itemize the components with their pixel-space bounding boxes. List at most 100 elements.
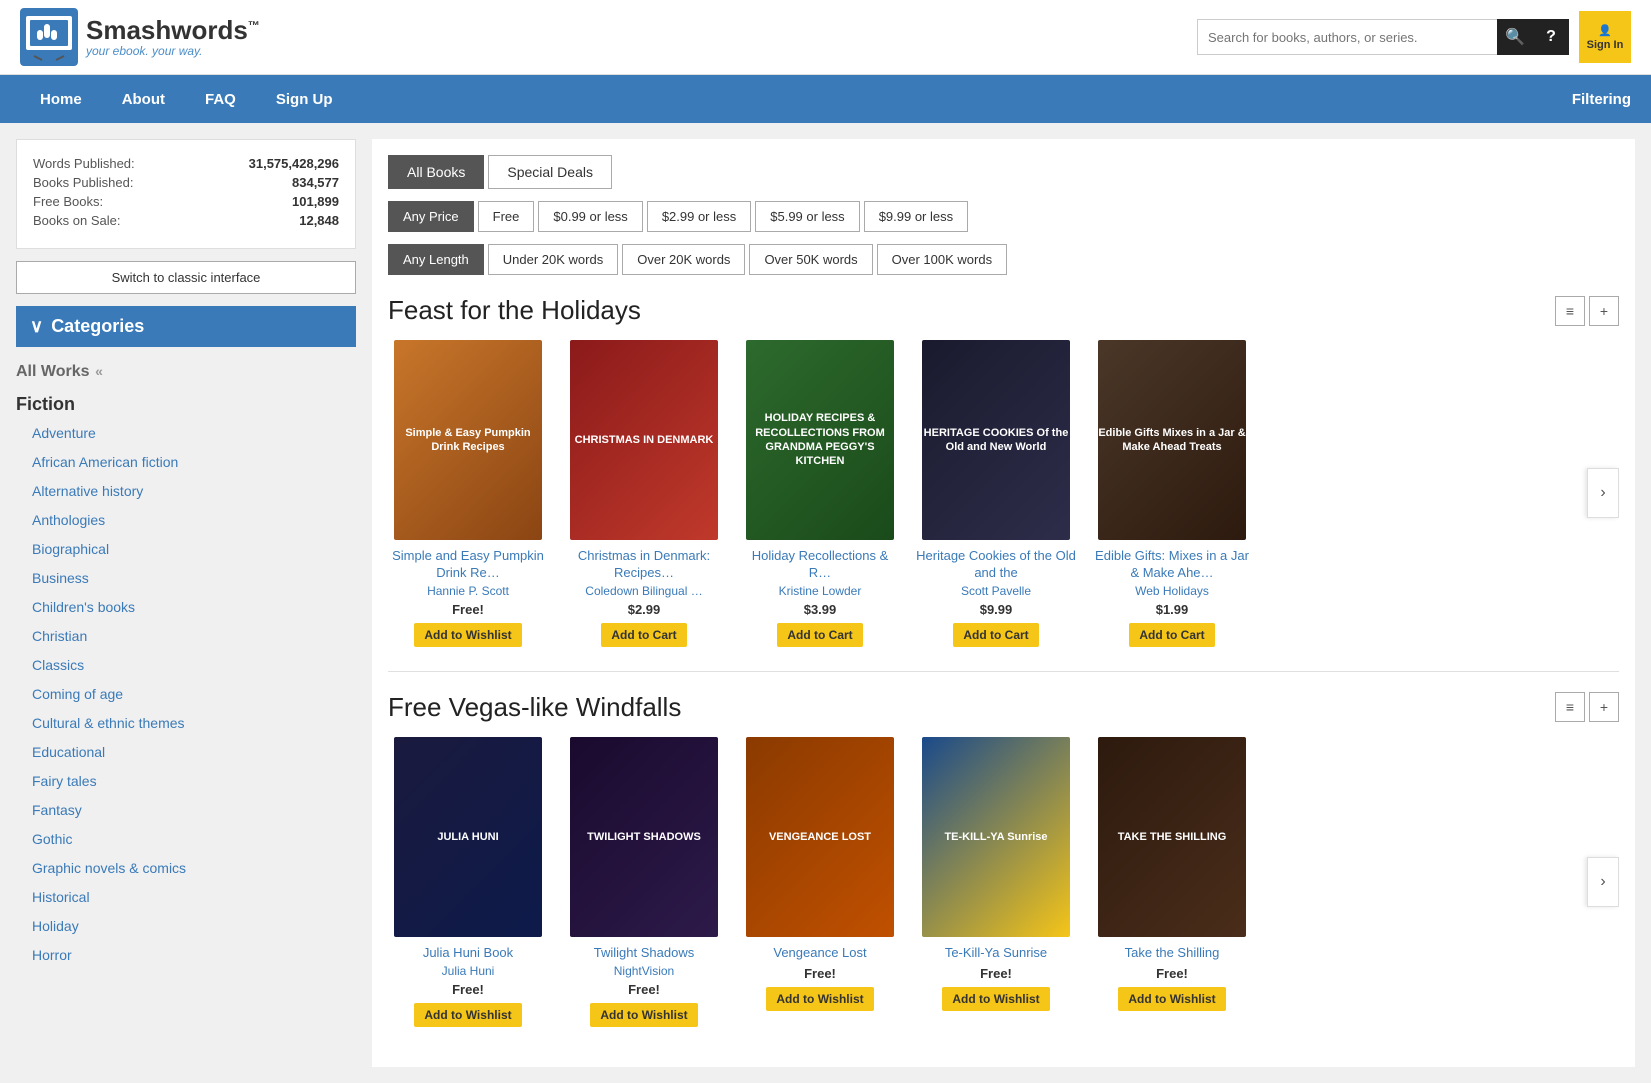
book-add-btn-3[interactable]: Add to Wishlist <box>942 987 1049 1011</box>
book-author-1[interactable]: NightVision <box>564 964 724 978</box>
help-button[interactable]: ? <box>1533 19 1569 55</box>
length-filter-over20k[interactable]: Over 20K words <box>622 244 745 275</box>
book-cover-2[interactable]: VENGEANCE LOST <box>746 737 894 937</box>
sidebar-item-alternative-history[interactable]: Alternative history <box>16 477 356 506</box>
section2-list-view[interactable]: ≡ <box>1555 692 1585 722</box>
price-filter-free[interactable]: Free <box>478 201 535 232</box>
sidebar-item-fairy-tales[interactable]: Fairy tales <box>16 767 356 796</box>
categories-header[interactable]: ∨ Categories <box>16 306 356 347</box>
book-title-4[interactable]: Edible Gifts: Mixes in a Jar & Make Ahe… <box>1092 548 1252 582</box>
plus-icon-2: + <box>1600 699 1608 715</box>
next-arrow-section1-books[interactable]: › <box>1587 468 1619 518</box>
price-filter-any[interactable]: Any Price <box>388 201 474 232</box>
sidebar-item-horror[interactable]: Horror <box>16 941 356 970</box>
book-add-btn-2[interactable]: Add to Wishlist <box>766 987 873 1011</box>
logo-icon <box>20 8 78 66</box>
book-title-1[interactable]: Christmas in Denmark: Recipes… <box>564 548 724 582</box>
book-price-2: Free! <box>740 966 900 981</box>
section2-add-btn[interactable]: + <box>1589 692 1619 722</box>
book-author-3[interactable]: Scott Pavelle <box>916 584 1076 598</box>
book-cover-3[interactable]: HERITAGE COOKIES Of the Old and New Worl… <box>922 340 1070 540</box>
book-author-0[interactable]: Julia Huni <box>388 964 548 978</box>
book-title-0[interactable]: Julia Huni Book <box>388 945 548 962</box>
logo-brand-name[interactable]: Smashwords™ <box>86 16 260 45</box>
book-title-2[interactable]: Holiday Recollections & R… <box>740 548 900 582</box>
sidebar-item-childrens-books[interactable]: Children's books <box>16 593 356 622</box>
search-icon: 🔍 <box>1505 27 1525 47</box>
book-card-2: HOLIDAY RECIPES & RECOLLECTIONS FROM GRA… <box>740 340 900 647</box>
sidebar-item-biographical[interactable]: Biographical <box>16 535 356 564</box>
sidebar-item-business[interactable]: Business <box>16 564 356 593</box>
all-works-link[interactable]: All Works « <box>16 353 356 388</box>
book-add-btn-0[interactable]: Add to Wishlist <box>414 1003 521 1027</box>
sidebar-item-graphic-novels[interactable]: Graphic novels & comics <box>16 854 356 883</box>
book-add-btn-1[interactable]: Add to Cart <box>601 623 686 647</box>
book-title-2[interactable]: Vengeance Lost <box>740 945 900 962</box>
book-title-4[interactable]: Take the Shilling <box>1092 945 1252 962</box>
book-add-btn-3[interactable]: Add to Cart <box>953 623 1038 647</box>
next-arrow-section2-books[interactable]: › <box>1587 857 1619 907</box>
book-add-btn-1[interactable]: Add to Wishlist <box>590 1003 697 1027</box>
nav-signup[interactable]: Sign Up <box>256 75 353 123</box>
book-price-0: Free! <box>388 982 548 997</box>
book-cover-0[interactable]: JULIA HUNI <box>394 737 542 937</box>
book-cover-3[interactable]: TE-KILL-YA Sunrise <box>922 737 1070 937</box>
sidebar-item-coming-of-age[interactable]: Coming of age <box>16 680 356 709</box>
search-button[interactable]: 🔍 <box>1497 19 1533 55</box>
sidebar-item-anthologies[interactable]: Anthologies <box>16 506 356 535</box>
tab-all-books[interactable]: All Books <box>388 155 484 189</box>
book-cover-1[interactable]: CHRISTMAS IN DENMARK <box>570 340 718 540</box>
length-filter-under20k[interactable]: Under 20K words <box>488 244 618 275</box>
section1-list-view[interactable]: ≡ <box>1555 296 1585 326</box>
price-filter-099[interactable]: $0.99 or less <box>538 201 642 232</box>
book-add-btn-4[interactable]: Add to Wishlist <box>1118 987 1225 1011</box>
tab-special-deals[interactable]: Special Deals <box>488 155 612 189</box>
nav-faq[interactable]: FAQ <box>185 75 256 123</box>
nav-home[interactable]: Home <box>20 75 102 123</box>
sidebar-item-cultural-ethnic[interactable]: Cultural & ethnic themes <box>16 709 356 738</box>
sidebar-item-gothic[interactable]: Gothic <box>16 825 356 854</box>
price-filter-299[interactable]: $2.99 or less <box>647 201 751 232</box>
book-author-4[interactable]: Web Holidays <box>1092 584 1252 598</box>
classic-interface-button[interactable]: Switch to classic interface <box>16 261 356 294</box>
book-title-0[interactable]: Simple and Easy Pumpkin Drink Re… <box>388 548 548 582</box>
sidebar-item-african-american-fiction[interactable]: African American fiction <box>16 448 356 477</box>
sidebar-item-classics[interactable]: Classics <box>16 651 356 680</box>
sidebar-item-fantasy[interactable]: Fantasy <box>16 796 356 825</box>
nav-about[interactable]: About <box>102 75 185 123</box>
length-filter-over100k[interactable]: Over 100K words <box>877 244 1007 275</box>
sidebar-item-christian[interactable]: Christian <box>16 622 356 651</box>
book-title-3[interactable]: Heritage Cookies of the Old and the <box>916 548 1076 582</box>
nav-filtering[interactable]: Filtering <box>1572 91 1631 108</box>
price-filter-599[interactable]: $5.99 or less <box>755 201 859 232</box>
search-input[interactable] <box>1197 19 1497 55</box>
stat-free-books: Free Books: 101,899 <box>33 194 339 209</box>
book-author-1[interactable]: Coledown Bilingual … <box>564 584 724 598</box>
book-author-2[interactable]: Kristine Lowder <box>740 584 900 598</box>
sidebar-item-educational[interactable]: Educational <box>16 738 356 767</box>
price-filter-999[interactable]: $9.99 or less <box>864 201 968 232</box>
book-add-btn-4[interactable]: Add to Cart <box>1129 623 1214 647</box>
book-cover-4[interactable]: TAKE THE SHILLING <box>1098 737 1246 937</box>
header: Smashwords™ your ebook. your way. 🔍 ? 👤 … <box>0 0 1651 75</box>
section2-books-row: JULIA HUNI Julia Huni Book Julia Huni Free!… <box>388 737 1619 1027</box>
sign-in-button[interactable]: 👤 Sign In <box>1579 11 1631 63</box>
book-cover-1[interactable]: TWILIGHT SHADOWS <box>570 737 718 937</box>
length-filter-any[interactable]: Any Length <box>388 244 484 275</box>
book-title-3[interactable]: Te-Kill-Ya Sunrise <box>916 945 1076 962</box>
book-title-1[interactable]: Twilight Shadows <box>564 945 724 962</box>
book-cover-2[interactable]: HOLIDAY RECIPES & RECOLLECTIONS FROM GRA… <box>746 340 894 540</box>
book-cover-0[interactable]: Simple & Easy Pumpkin Drink Recipes <box>394 340 542 540</box>
sidebar-item-historical[interactable]: Historical <box>16 883 356 912</box>
length-filter-over50k[interactable]: Over 50K words <box>749 244 872 275</box>
sidebar-item-adventure[interactable]: Adventure <box>16 419 356 448</box>
sidebar-item-holiday[interactable]: Holiday <box>16 912 356 941</box>
section1-add-btn[interactable]: + <box>1589 296 1619 326</box>
book-price-3: $9.99 <box>916 602 1076 617</box>
book-add-btn-0[interactable]: Add to Wishlist <box>414 623 521 647</box>
book-author-0[interactable]: Hannie P. Scott <box>388 584 548 598</box>
book-price-3: Free! <box>916 966 1076 981</box>
book-cover-4[interactable]: Edible Gifts Mixes in a Jar & Make Ahead… <box>1098 340 1246 540</box>
book-add-btn-2[interactable]: Add to Cart <box>777 623 862 647</box>
stats-box: Words Published: 31,575,428,296 Books Pu… <box>16 139 356 249</box>
